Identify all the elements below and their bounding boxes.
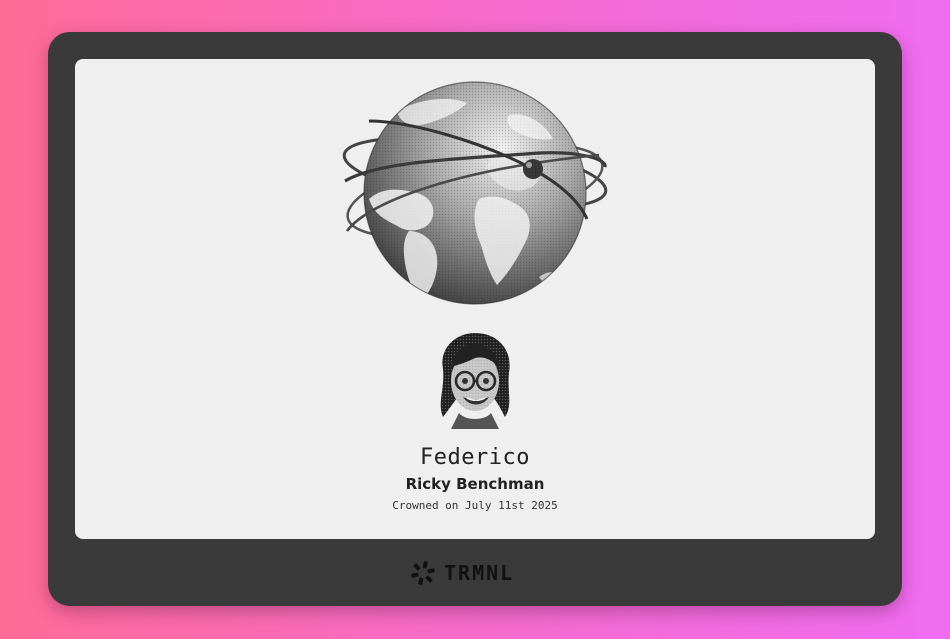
winner-name: Federico <box>420 445 530 470</box>
brand-name: TRMNL <box>444 561 515 585</box>
crowned-date: Crowned on July 11st 2025 <box>392 499 558 512</box>
crown-title: Ricky Benchman <box>405 475 545 493</box>
eink-screen: Federico Ricky Benchman Crowned on July … <box>75 59 875 539</box>
brand-logo: TRMNL <box>410 560 514 586</box>
memoji-avatar-icon <box>440 333 510 429</box>
globe-with-orbits-icon <box>342 81 608 305</box>
trmnl-logo-icon <box>411 561 435 585</box>
trmnl-device: Federico Ricky Benchman Crowned on July … <box>48 32 902 606</box>
